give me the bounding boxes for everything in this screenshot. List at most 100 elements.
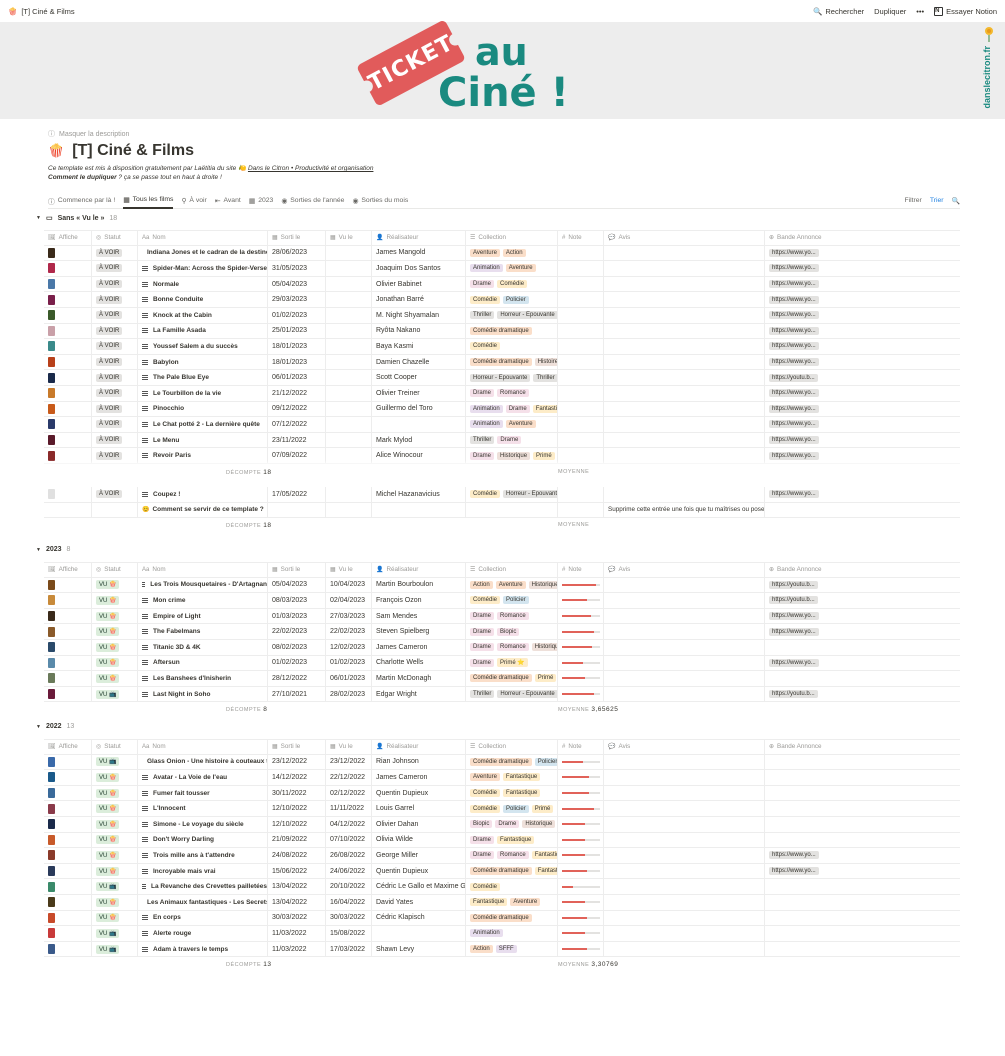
movie-title[interactable]: Coupez ! bbox=[153, 491, 180, 498]
table-row[interactable]: À VOIR Pinocchio 09/12/2022 Guillermo del T… bbox=[44, 401, 960, 418]
vu-le-cell[interactable]: 06/01/2023 bbox=[326, 671, 372, 686]
vu-le-cell[interactable]: 22/02/2023 bbox=[326, 624, 372, 639]
note-cell[interactable] bbox=[558, 323, 604, 339]
trailer-link[interactable]: https://www.yo... bbox=[769, 342, 819, 351]
sorti-le-cell[interactable]: 17/05/2022 bbox=[268, 487, 326, 502]
avis-cell[interactable] bbox=[604, 754, 765, 770]
movie-title[interactable]: The Fabelmans bbox=[153, 628, 200, 635]
vu-le-cell[interactable]: 01/02/2023 bbox=[326, 655, 372, 671]
table-row[interactable]: VU 🍿 The Fabelmans 22/02/2023 22/02/2023 Ste… bbox=[44, 624, 960, 640]
nom-cell[interactable]: La Revanche des Crevettes pailletées bbox=[138, 879, 268, 894]
poster-thumbnail[interactable] bbox=[48, 772, 55, 783]
statut-cell[interactable]: VU 🍿 bbox=[92, 863, 138, 879]
bande-annonce-cell[interactable]: https://www.yo... bbox=[765, 277, 960, 292]
sorti-le-cell[interactable]: 24/08/2022 bbox=[268, 848, 326, 863]
table-row[interactable]: VU 📺 Glass Onion - Une histoire à couteau… bbox=[44, 754, 960, 771]
avis-cell[interactable] bbox=[604, 910, 765, 926]
column-header-bande-annonce[interactable]: ⊕ Bande Annonce bbox=[765, 563, 960, 577]
trailer-link[interactable]: https://www.yo... bbox=[769, 867, 819, 876]
avis-cell[interactable] bbox=[604, 323, 765, 339]
vu-le-cell[interactable]: 10/04/2023 bbox=[326, 577, 372, 593]
bande-annonce-cell[interactable]: https://www.yo... bbox=[765, 487, 960, 502]
vu-le-cell[interactable]: 27/03/2023 bbox=[326, 608, 372, 624]
realisateur-cell[interactable]: Cédric Klapisch bbox=[372, 910, 466, 926]
nom-cell[interactable]: Pinocchio bbox=[138, 401, 268, 417]
realisateur-cell[interactable]: George Miller bbox=[372, 848, 466, 863]
bande-annonce-cell[interactable]: https://youtu.b... bbox=[765, 687, 960, 702]
note-cell[interactable] bbox=[558, 370, 604, 385]
trailer-link[interactable]: https://youtu.b... bbox=[769, 373, 818, 382]
trailer-link[interactable]: https://www.yo... bbox=[769, 404, 819, 413]
nom-cell[interactable]: Normale bbox=[138, 276, 268, 292]
realisateur-cell[interactable] bbox=[372, 502, 466, 518]
collection-cell[interactable]: Comédie Policier bbox=[466, 292, 558, 307]
bande-annonce-cell[interactable]: https://www.yo... bbox=[765, 246, 960, 261]
avis-cell[interactable] bbox=[604, 308, 765, 323]
poster-thumbnail[interactable] bbox=[48, 325, 55, 336]
collection-cell[interactable]: Drame Romance bbox=[466, 386, 558, 401]
nom-cell[interactable]: Knock at the Cabin bbox=[138, 308, 268, 323]
table-row[interactable]: À VOIR Spider-Man: Across the Spider-Vers… bbox=[44, 261, 960, 277]
sorti-le-cell[interactable]: 06/01/2023 bbox=[268, 370, 326, 385]
note-cell[interactable] bbox=[558, 848, 604, 863]
poster-thumbnail[interactable] bbox=[48, 834, 55, 845]
statut-cell[interactable]: À VOIR bbox=[92, 245, 138, 261]
avis-cell[interactable] bbox=[604, 386, 765, 401]
avis-cell[interactable] bbox=[604, 848, 765, 863]
poster-thumbnail[interactable] bbox=[48, 310, 55, 321]
movie-title[interactable]: Indiana Jones et le cadran de la destiné… bbox=[147, 249, 267, 256]
column-header-statut[interactable]: ◎ Statut bbox=[92, 563, 138, 577]
bande-annonce-cell[interactable]: https://youtu.b... bbox=[765, 578, 960, 593]
collection-cell[interactable]: Thriller Horreur - Epouvante bbox=[466, 308, 558, 323]
realisateur-cell[interactable]: Olivier Treiner bbox=[372, 386, 466, 401]
sorti-le-cell[interactable] bbox=[268, 502, 326, 518]
nom-cell[interactable]: Bonne Conduite bbox=[138, 292, 268, 307]
nom-cell[interactable]: Titanic 3D & 4K bbox=[138, 640, 268, 655]
collection-cell[interactable]: Action Aventure Historique bbox=[466, 577, 558, 593]
column-header-vu-le[interactable]: ▦ Vu le bbox=[326, 563, 372, 577]
column-header-affiche[interactable]: 🖼 Affiche bbox=[44, 231, 92, 245]
realisateur-cell[interactable]: Steven Spielberg bbox=[372, 624, 466, 639]
collection-cell[interactable]: Drame Primé ⭐ bbox=[466, 655, 558, 671]
avis-cell[interactable] bbox=[604, 770, 765, 785]
table-row[interactable]: VU 🍿 Les Trois Mousquetaires - D'Artagnan… bbox=[44, 577, 960, 594]
collection-cell[interactable]: DrameRomanceHistorique bbox=[466, 640, 558, 655]
collection-cell[interactable]: Comédie dramatique Histoire bbox=[466, 354, 558, 370]
search-button[interactable]: 🔍 Rechercher bbox=[813, 7, 864, 16]
collection-cell[interactable]: Aventure Fantastique bbox=[466, 770, 558, 785]
nom-cell[interactable]: Last Night in Soho bbox=[138, 686, 268, 702]
table-row[interactable]: À VOIR Babylon 18/01/2023 Damien Chazelle Co… bbox=[44, 354, 960, 371]
realisateur-cell[interactable]: Edgar Wright bbox=[372, 686, 466, 702]
note-cell[interactable] bbox=[558, 354, 604, 370]
avis-cell[interactable] bbox=[604, 401, 765, 417]
statut-cell[interactable]: À VOIR bbox=[92, 292, 138, 307]
collection-cell[interactable]: Comédie Policier Primé bbox=[466, 801, 558, 816]
column-header-collection[interactable]: ☰ Collection bbox=[466, 231, 558, 245]
column-header-collection[interactable]: ☰ Collection bbox=[466, 563, 558, 577]
poster-thumbnail[interactable] bbox=[48, 263, 55, 274]
collection-cell[interactable]: Drame Romance bbox=[466, 608, 558, 624]
trailer-link[interactable]: https://youtu.b... bbox=[769, 690, 818, 699]
column-header-avis[interactable]: 💬 Avis bbox=[604, 563, 765, 577]
sorti-le-cell[interactable]: 08/03/2023 bbox=[268, 593, 326, 608]
trailer-link[interactable]: https://www.yo... bbox=[769, 264, 819, 273]
vu-le-cell[interactable]: 16/04/2022 bbox=[326, 895, 372, 910]
nom-cell[interactable]: Coupez ! bbox=[138, 487, 268, 502]
sorti-le-cell[interactable]: 22/02/2023 bbox=[268, 624, 326, 639]
search-icon[interactable]: 🔍 bbox=[952, 197, 960, 205]
column-header-sorti-le[interactable]: ▦ Sorti le bbox=[268, 231, 326, 245]
nom-cell[interactable]: La Famille Asada bbox=[138, 323, 268, 339]
realisateur-cell[interactable]: Ryôta Nakano bbox=[372, 323, 466, 339]
poster-thumbnail[interactable] bbox=[48, 642, 55, 653]
realisateur-cell[interactable]: Sam Mendes bbox=[372, 608, 466, 624]
realisateur-cell[interactable]: Martin Bourboulon bbox=[372, 577, 466, 593]
sorti-le-cell[interactable]: 05/04/2023 bbox=[268, 276, 326, 292]
bande-annonce-cell[interactable]: https://youtu.b... bbox=[765, 370, 960, 385]
avis-cell[interactable] bbox=[604, 245, 765, 261]
realisateur-cell[interactable]: Olivier Dahan bbox=[372, 817, 466, 832]
movie-title[interactable]: Les Banshees d'Inisherin bbox=[153, 675, 231, 682]
realisateur-cell[interactable]: Cédric Le Gallo et Maxime Govare bbox=[372, 879, 466, 894]
statut-cell[interactable]: VU 📺 bbox=[92, 941, 138, 957]
trailer-link[interactable]: https://www.yo... bbox=[769, 311, 819, 320]
movie-title[interactable]: La Revanche des Crevettes pailletées bbox=[151, 883, 267, 890]
